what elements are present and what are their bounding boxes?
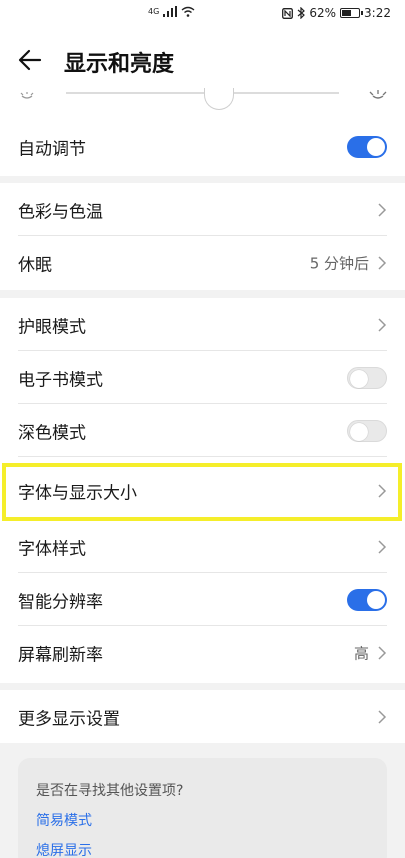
simple-mode-link[interactable]: 简易模式 [36,810,92,830]
refresh-rate-value: 高 [353,644,369,662]
sleep-value: 5 分钟后 [309,254,369,272]
chevron-right-icon [378,255,387,270]
dark-mode-toggle[interactable] [347,419,387,442]
back-arrow-icon[interactable] [16,46,44,74]
wifi-icon [181,6,195,17]
more-display-row[interactable]: 更多显示设置 [0,690,405,743]
display-settings-screen: 4G 62% 3:22 显示和亮度 自动调节 色彩与色温 休眠 5 分钟后 护眼… [0,0,405,858]
chevron-right-icon [378,483,387,498]
system-indicators: 62% 3:22 [282,6,391,20]
always-on-display-link[interactable]: 熄屏显示 [36,840,92,858]
brightness-thumb[interactable] [204,88,234,110]
auto-adjust-row[interactable]: 自动调节 [0,120,405,173]
signal-icon [163,6,178,17]
font-style-label: 字体样式 [18,539,86,559]
nfc-icon [282,7,294,19]
clock: 3:22 [364,6,391,20]
chevron-right-icon [378,202,387,217]
font-size-row[interactable]: 字体与显示大小 [0,464,405,517]
bluetooth-icon [297,7,306,19]
network-type: 4G [148,7,160,16]
auto-adjust-group: 自动调节 [0,118,405,176]
display-modes-group: 护眼模式 电子书模式 深色模式 字体与显示大小 字体样式 智能分辨率 屏幕刷新率… [0,298,405,683]
brightness-track[interactable] [66,88,339,110]
dark-mode-label: 深色模式 [18,423,86,443]
eye-comfort-label: 护眼模式 [18,317,86,337]
suggestion-card: 是否在寻找其他设置项? 简易模式 熄屏显示 [18,758,387,858]
ebook-mode-row[interactable]: 电子书模式 [0,351,405,404]
brightness-slider[interactable] [0,82,405,118]
network-indicators: 4G [148,6,195,17]
smart-resolution-label: 智能分辨率 [18,592,103,612]
chevron-right-icon [378,317,387,332]
auto-adjust-toggle[interactable] [347,135,387,158]
chevron-right-icon [378,709,387,724]
smart-resolution-row[interactable]: 智能分辨率 [0,573,405,626]
ebook-mode-label: 电子书模式 [18,370,103,390]
font-size-label: 字体与显示大小 [18,483,137,503]
auto-adjust-label: 自动调节 [18,139,86,159]
battery-icon [340,8,364,18]
eye-comfort-row[interactable]: 护眼模式 [0,298,405,351]
font-style-row[interactable]: 字体样式 [0,520,405,573]
more-display-label: 更多显示设置 [18,709,120,729]
dim-brightness-icon [20,92,34,99]
smart-resolution-toggle[interactable] [347,588,387,611]
sleep-label: 休眠 [18,255,52,275]
color-temp-row[interactable]: 色彩与色温 [0,183,405,236]
app-header: 显示和亮度 [0,28,405,90]
more-display-group: 更多显示设置 [0,690,405,743]
color-sleep-group: 色彩与色温 休眠 5 分钟后 [0,183,405,290]
ebook-mode-toggle[interactable] [347,366,387,389]
refresh-rate-label: 屏幕刷新率 [18,645,103,665]
dark-mode-row[interactable]: 深色模式 [0,404,405,457]
bright-brightness-icon [369,90,387,99]
refresh-rate-row[interactable]: 屏幕刷新率 高 [0,626,405,679]
chevron-right-icon [378,539,387,554]
battery-percent: 62% [309,6,337,20]
page-title: 显示和亮度 [64,52,175,77]
status-bar: 4G 62% 3:22 [0,0,405,28]
color-temp-label: 色彩与色温 [18,202,103,222]
sleep-row[interactable]: 休眠 5 分钟后 [0,236,405,289]
chevron-right-icon [378,645,387,660]
suggestion-title: 是否在寻找其他设置项? [36,783,184,799]
